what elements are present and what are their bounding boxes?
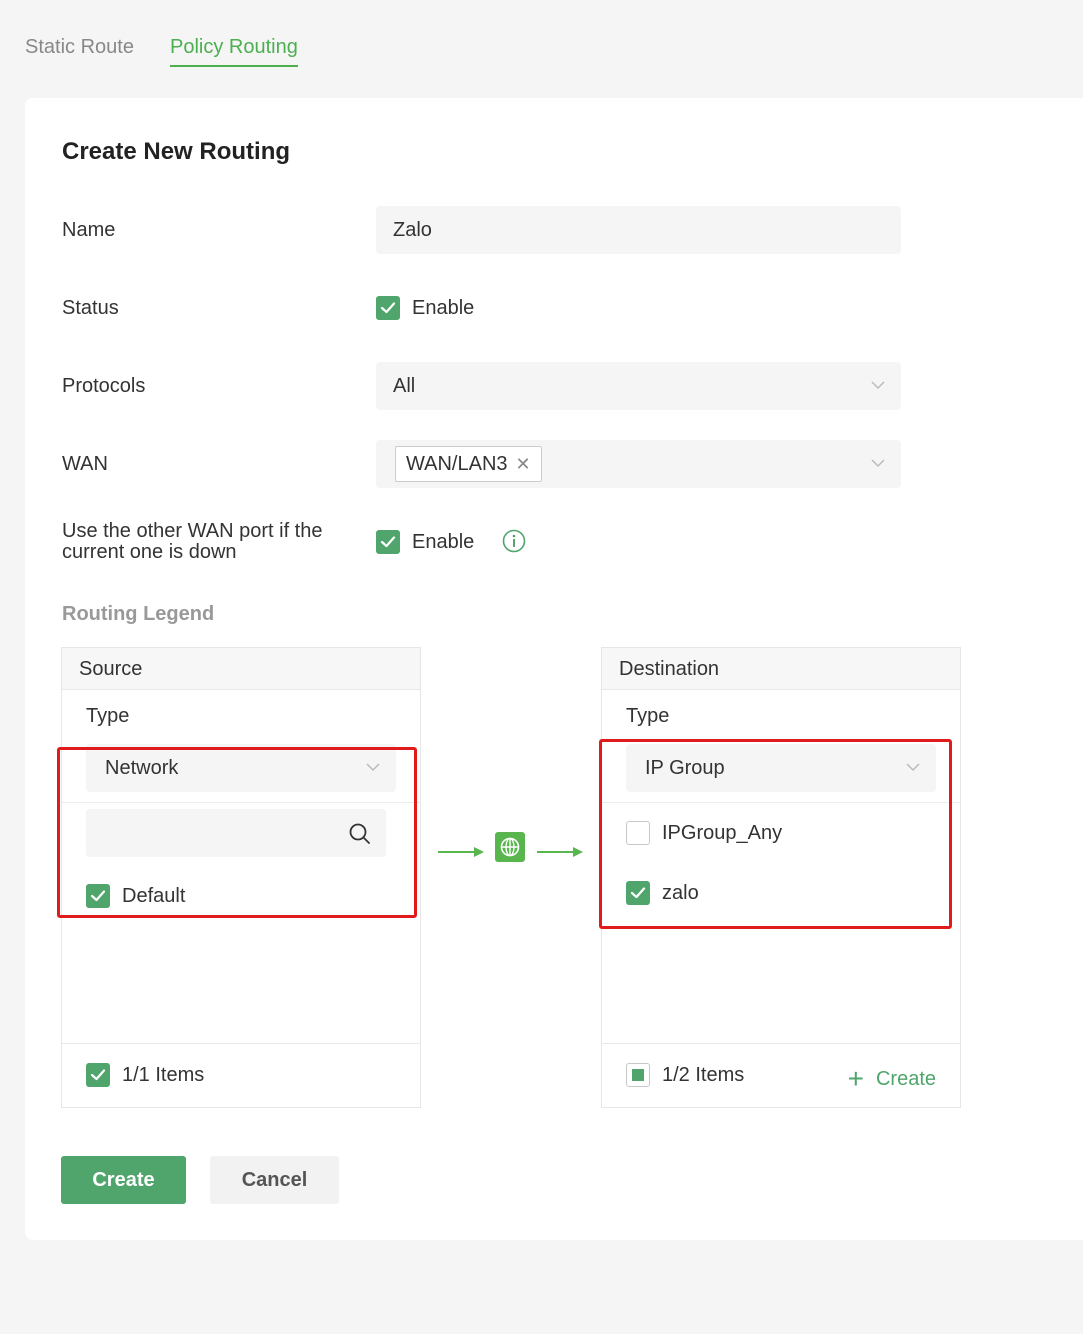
destination-select-all-checkbox[interactable] xyxy=(626,1063,650,1087)
tab-policy-routing[interactable]: Policy Routing xyxy=(170,36,298,67)
name-input[interactable]: Zalo xyxy=(376,206,901,254)
check-icon xyxy=(380,302,396,314)
source-panel-header: Source xyxy=(62,648,420,690)
create-button[interactable]: Create xyxy=(61,1156,186,1204)
status-enable-label: Enable xyxy=(412,297,475,319)
chevron-down-icon xyxy=(871,458,885,470)
failover-enable-label: Enable xyxy=(412,531,475,553)
destination-item-count: 1/2 Items xyxy=(662,1064,745,1086)
info-icon[interactable] xyxy=(502,529,526,553)
arrow-right-icon xyxy=(438,847,484,857)
check-icon xyxy=(380,536,396,548)
status-enable-checkbox[interactable] xyxy=(376,296,400,320)
protocols-select[interactable]: All xyxy=(376,362,901,410)
cancel-button[interactable]: Cancel xyxy=(210,1156,339,1204)
source-type-label: Type xyxy=(86,705,130,727)
wan-select[interactable]: WAN/LAN3 ✕ xyxy=(376,440,901,488)
wan-tag-label: WAN/LAN3 xyxy=(406,453,508,475)
source-item-count: 1/1 Items xyxy=(122,1064,205,1086)
wan-label: WAN xyxy=(62,453,108,475)
arrow-right-icon xyxy=(537,847,583,857)
highlight-box-destination xyxy=(599,739,952,929)
chevron-down-icon xyxy=(871,380,885,392)
wan-tag: WAN/LAN3 ✕ xyxy=(395,446,542,482)
check-icon xyxy=(90,1069,106,1081)
source-panel-footer: 1/1 Items xyxy=(62,1043,420,1107)
name-label: Name xyxy=(62,219,116,241)
close-icon[interactable]: ✕ xyxy=(516,454,531,474)
destination-type-label: Type xyxy=(626,705,670,727)
protocols-label: Protocols xyxy=(62,375,146,397)
failover-enable-checkbox[interactable] xyxy=(376,530,400,554)
plus-icon: + xyxy=(847,1063,864,1094)
destination-panel-header: Destination xyxy=(602,648,960,690)
globe-icon xyxy=(495,832,525,862)
create-link-label: Create xyxy=(875,1068,936,1090)
status-label: Status xyxy=(62,297,119,319)
highlight-box-source xyxy=(57,747,417,918)
page-title: Create New Routing xyxy=(62,138,291,165)
destination-panel-footer: 1/2 Items + Create xyxy=(602,1043,960,1107)
tab-static-route[interactable]: Static Route xyxy=(25,36,134,59)
source-select-all-checkbox[interactable] xyxy=(86,1063,110,1087)
failover-label: Use the other WAN port if the current on… xyxy=(62,520,323,563)
protocols-value: All xyxy=(393,375,416,397)
routing-legend-title: Routing Legend xyxy=(62,603,215,625)
create-routing-card: Create New Routing Name Zalo Status Enab… xyxy=(25,98,1083,1240)
create-ip-group-link[interactable]: + Create xyxy=(848,1063,936,1095)
